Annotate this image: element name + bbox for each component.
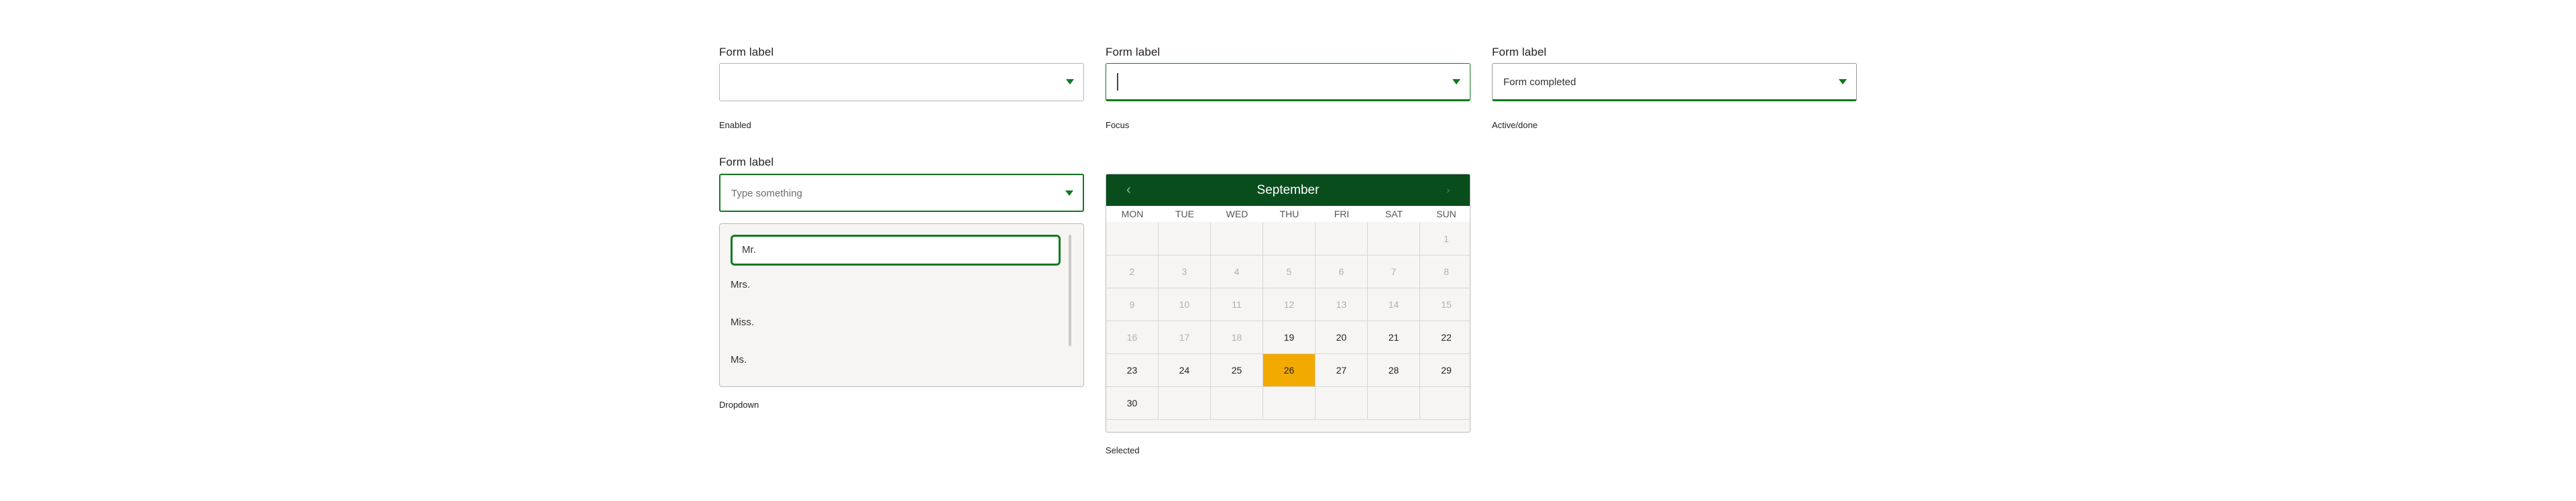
form-label-enabled: Form label [719, 46, 774, 58]
weekday-tue: TUE [1159, 206, 1211, 222]
calendar-day[interactable]: 30 [1106, 387, 1159, 420]
calendar-day[interactable]: 23 [1106, 354, 1159, 387]
calendar-day: 1 [1420, 223, 1470, 256]
calendar-day: 17 [1159, 321, 1211, 354]
calendar-day: 15 [1420, 288, 1470, 321]
caret-down-icon [1066, 79, 1074, 85]
calendar-empty-cell [1159, 387, 1211, 420]
caret-down-icon [1065, 190, 1073, 196]
calendar-day: 10 [1159, 288, 1211, 321]
calendar-empty-cell [1211, 223, 1263, 256]
caret-down-icon [1452, 79, 1460, 85]
weekday-mon: MON [1106, 206, 1159, 222]
caption-dropdown: Dropdown [719, 400, 759, 410]
calendar-day[interactable]: 19 [1263, 321, 1316, 354]
calendar-day: 8 [1420, 256, 1470, 288]
calendar-day[interactable]: 29 [1420, 354, 1470, 387]
calendar-empty-cell [1368, 387, 1420, 420]
form-label-dropdown: Form label [719, 156, 774, 168]
select-active-value: Form completed [1503, 76, 1576, 88]
calendar-empty-cell [1420, 387, 1470, 420]
caret-down-icon [1839, 79, 1847, 85]
text-cursor [1117, 73, 1118, 91]
form-label-focus: Form label [1106, 46, 1161, 58]
calendar-day[interactable]: 21 [1368, 321, 1420, 354]
calendar-empty-cell [1316, 387, 1368, 420]
calendar-day[interactable]: 22 [1420, 321, 1470, 354]
calendar-day: 4 [1211, 256, 1263, 288]
scrollbar-thumb[interactable] [1069, 235, 1071, 346]
weekday-wed: WED [1211, 206, 1263, 222]
calendar-day: 5 [1263, 256, 1316, 288]
calendar-empty-cell [1211, 387, 1263, 420]
form-label-active: Form label [1492, 46, 1547, 58]
calendar-header: ‹ September › [1106, 174, 1470, 206]
select-enabled[interactable] [719, 63, 1084, 101]
calendar-day: 16 [1106, 321, 1159, 354]
dropdown-option[interactable]: Mrs. [731, 279, 750, 290]
dropdown-options-panel: Mr. Mrs. Miss. Ms. [719, 223, 1084, 387]
caption-enabled: Enabled [719, 120, 751, 130]
calendar-empty-cell [1159, 223, 1211, 256]
dropdown-option[interactable]: Mr. [731, 235, 1061, 266]
caption-active: Active/done [1492, 120, 1538, 130]
caption-selected: Selected [1106, 445, 1140, 455]
calendar-empty-cell [1316, 223, 1368, 256]
calendar-day[interactable]: 28 [1368, 354, 1420, 387]
calendar-day[interactable]: 20 [1316, 321, 1368, 354]
calendar-day: 12 [1263, 288, 1316, 321]
weekday-thu: THU [1263, 206, 1316, 222]
date-picker: ‹ September › MON TUE WED THU FRI SAT SUN 1 2 3 4 5… [1106, 174, 1470, 433]
calendar-day[interactable]: 24 [1159, 354, 1211, 387]
calendar-day[interactable]: 25 [1211, 354, 1263, 387]
calendar-day: 11 [1211, 288, 1263, 321]
calendar-day: 13 [1316, 288, 1368, 321]
calendar-day[interactable]: 26 [1263, 354, 1316, 387]
calendar-empty-cell [1263, 387, 1316, 420]
weekday-sat: SAT [1368, 206, 1420, 222]
calendar-day: 18 [1211, 321, 1263, 354]
calendar-empty-cell [1368, 223, 1420, 256]
calendar-day: 2 [1106, 256, 1159, 288]
calendar-empty-cell [1106, 223, 1159, 256]
calendar-month: September [1256, 183, 1320, 197]
chevron-right-icon[interactable]: › [1446, 174, 1450, 206]
weekday-fri: FRI [1316, 206, 1368, 222]
calendar-day: 6 [1316, 256, 1368, 288]
select-focus[interactable] [1106, 63, 1470, 101]
calendar-empty-cell [1263, 223, 1316, 256]
dropdown-option[interactable]: Ms. [731, 354, 747, 366]
calendar-day[interactable]: 27 [1316, 354, 1368, 387]
select-dropdown[interactable]: Type something [719, 174, 1084, 212]
weekday-sun: SUN [1420, 206, 1470, 222]
calendar-day: 14 [1368, 288, 1420, 321]
calendar-day: 3 [1159, 256, 1211, 288]
calendar-day: 7 [1368, 256, 1420, 288]
select-active[interactable]: Form completed [1492, 63, 1857, 101]
dropdown-placeholder: Type something [731, 188, 802, 199]
dropdown-option[interactable]: Miss. [731, 317, 754, 328]
caption-focus: Focus [1106, 120, 1130, 130]
calendar-day: 9 [1106, 288, 1159, 321]
